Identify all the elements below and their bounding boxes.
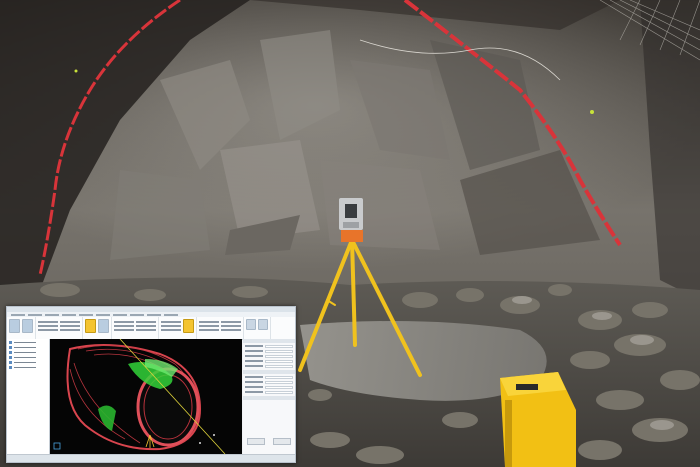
tunnel-scan-render xyxy=(53,339,226,454)
laser-scanner xyxy=(339,198,363,230)
status-bar xyxy=(7,454,295,462)
properties-header xyxy=(243,339,295,343)
ribbon-button-active[interactable] xyxy=(85,319,96,333)
ribbon-toolbar xyxy=(7,317,295,340)
ribbon-button-active[interactable] xyxy=(183,319,194,333)
panel-cancel-button[interactable] xyxy=(273,438,291,445)
ribbon-tab[interactable] xyxy=(28,313,42,316)
ribbon-button[interactable] xyxy=(246,319,256,330)
tree-item[interactable] xyxy=(9,360,49,364)
ribbon-group xyxy=(244,317,271,339)
viewport-point xyxy=(213,434,215,436)
ribbon-button[interactable] xyxy=(22,319,33,333)
ribbon-button[interactable] xyxy=(98,319,109,333)
property-row[interactable] xyxy=(245,345,293,348)
ribbon-text-buttons[interactable] xyxy=(161,319,181,339)
viewport-point xyxy=(199,442,201,444)
tree-item[interactable] xyxy=(9,345,49,349)
ribbon-group xyxy=(197,317,244,339)
property-row[interactable] xyxy=(245,350,293,353)
tree-item[interactable] xyxy=(9,340,49,344)
axis-gizmo xyxy=(53,442,61,450)
properties-panel xyxy=(243,339,295,454)
property-row[interactable] xyxy=(245,386,293,389)
photo-scene xyxy=(0,0,700,467)
ribbon-text-buttons[interactable] xyxy=(114,319,134,339)
ribbon-tab[interactable] xyxy=(62,313,76,316)
properties-section xyxy=(243,396,295,400)
ribbon-button[interactable] xyxy=(258,319,268,330)
panel-ok-button[interactable] xyxy=(247,438,265,445)
ribbon-group xyxy=(36,317,83,339)
property-row[interactable] xyxy=(245,365,293,368)
ribbon-tab[interactable] xyxy=(130,313,144,316)
software-window xyxy=(6,306,296,463)
3d-viewport[interactable] xyxy=(50,339,242,454)
property-row[interactable] xyxy=(245,360,293,363)
point-cloud-green xyxy=(98,405,116,431)
scanner-case xyxy=(500,372,576,467)
property-row[interactable] xyxy=(245,391,293,394)
properties-section xyxy=(243,370,295,374)
marker-dot xyxy=(590,110,594,114)
rock-facet xyxy=(110,170,210,260)
ribbon-text-buttons[interactable] xyxy=(221,319,241,339)
ribbon-tab[interactable] xyxy=(11,313,25,316)
tree-item[interactable] xyxy=(9,355,49,359)
tree-item[interactable] xyxy=(9,350,49,354)
ribbon-group xyxy=(159,317,197,339)
property-row[interactable] xyxy=(245,381,293,384)
ribbon-tab[interactable] xyxy=(113,313,127,316)
project-tree-panel xyxy=(7,339,50,454)
ribbon-tab[interactable] xyxy=(45,313,59,316)
ribbon-tab[interactable] xyxy=(147,313,161,316)
ribbon-text-buttons[interactable] xyxy=(136,319,156,339)
ribbon-button[interactable] xyxy=(9,319,20,333)
marker-dot xyxy=(74,69,78,73)
ribbon-text-buttons[interactable] xyxy=(60,319,80,339)
ribbon-text-buttons[interactable] xyxy=(38,319,58,339)
property-row[interactable] xyxy=(245,355,293,358)
ribbon-tab[interactable] xyxy=(79,313,93,316)
ribbon-group xyxy=(112,317,159,339)
ribbon-tab[interactable] xyxy=(164,313,178,316)
property-row[interactable] xyxy=(245,376,293,379)
ribbon-group xyxy=(83,317,112,339)
tree-item[interactable] xyxy=(9,365,49,369)
tripod-head xyxy=(341,230,363,242)
ribbon-text-buttons[interactable] xyxy=(199,319,219,339)
ribbon-tab[interactable] xyxy=(96,313,110,316)
ribbon-group xyxy=(7,317,36,339)
